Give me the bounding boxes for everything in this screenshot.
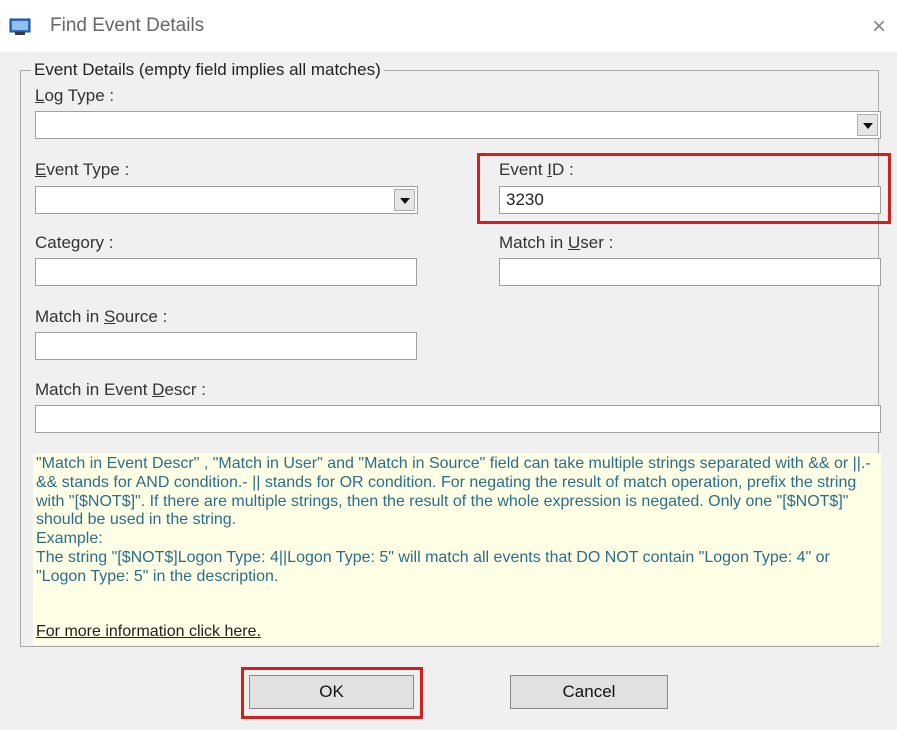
- help-text: "Match in Event Descr" , "Match in User"…: [36, 455, 871, 585]
- category-label: Category :: [35, 233, 114, 252]
- event-id-label: Event ID :: [499, 160, 574, 179]
- match-descr-input[interactable]: [35, 405, 881, 433]
- close-icon[interactable]: ×: [864, 12, 894, 42]
- help-panel: "Match in Event Descr" , "Match in User"…: [33, 453, 881, 645]
- find-event-details-dialog: Find Event Details × Event Details (empt…: [0, 0, 897, 730]
- log-type-combobox[interactable]: [35, 111, 881, 139]
- event-type-label: Event Type :: [35, 160, 130, 179]
- chevron-down-icon[interactable]: [394, 189, 415, 211]
- match-descr-label: Match in Event Descr :: [35, 380, 207, 399]
- event-id-input[interactable]: 3230: [499, 186, 881, 214]
- log-type-label: Log Type :: [35, 86, 115, 105]
- match-source-label: Match in Source :: [35, 307, 168, 326]
- ok-button[interactable]: OK: [249, 675, 414, 709]
- title-bar: Find Event Details ×: [0, 0, 897, 52]
- more-info-link[interactable]: For more information click here.: [36, 623, 261, 641]
- match-source-input[interactable]: [35, 332, 417, 360]
- category-input[interactable]: [35, 258, 417, 286]
- match-user-input[interactable]: [499, 258, 881, 286]
- group-legend: Event Details (empty field implies all m…: [34, 60, 381, 79]
- event-type-combobox[interactable]: [35, 186, 418, 214]
- chevron-down-icon[interactable]: [857, 114, 878, 136]
- window-title: Find Event Details: [50, 15, 205, 36]
- match-user-label: Match in User :: [499, 233, 614, 252]
- cancel-button[interactable]: Cancel: [510, 675, 668, 709]
- app-window-icon: [9, 18, 31, 35]
